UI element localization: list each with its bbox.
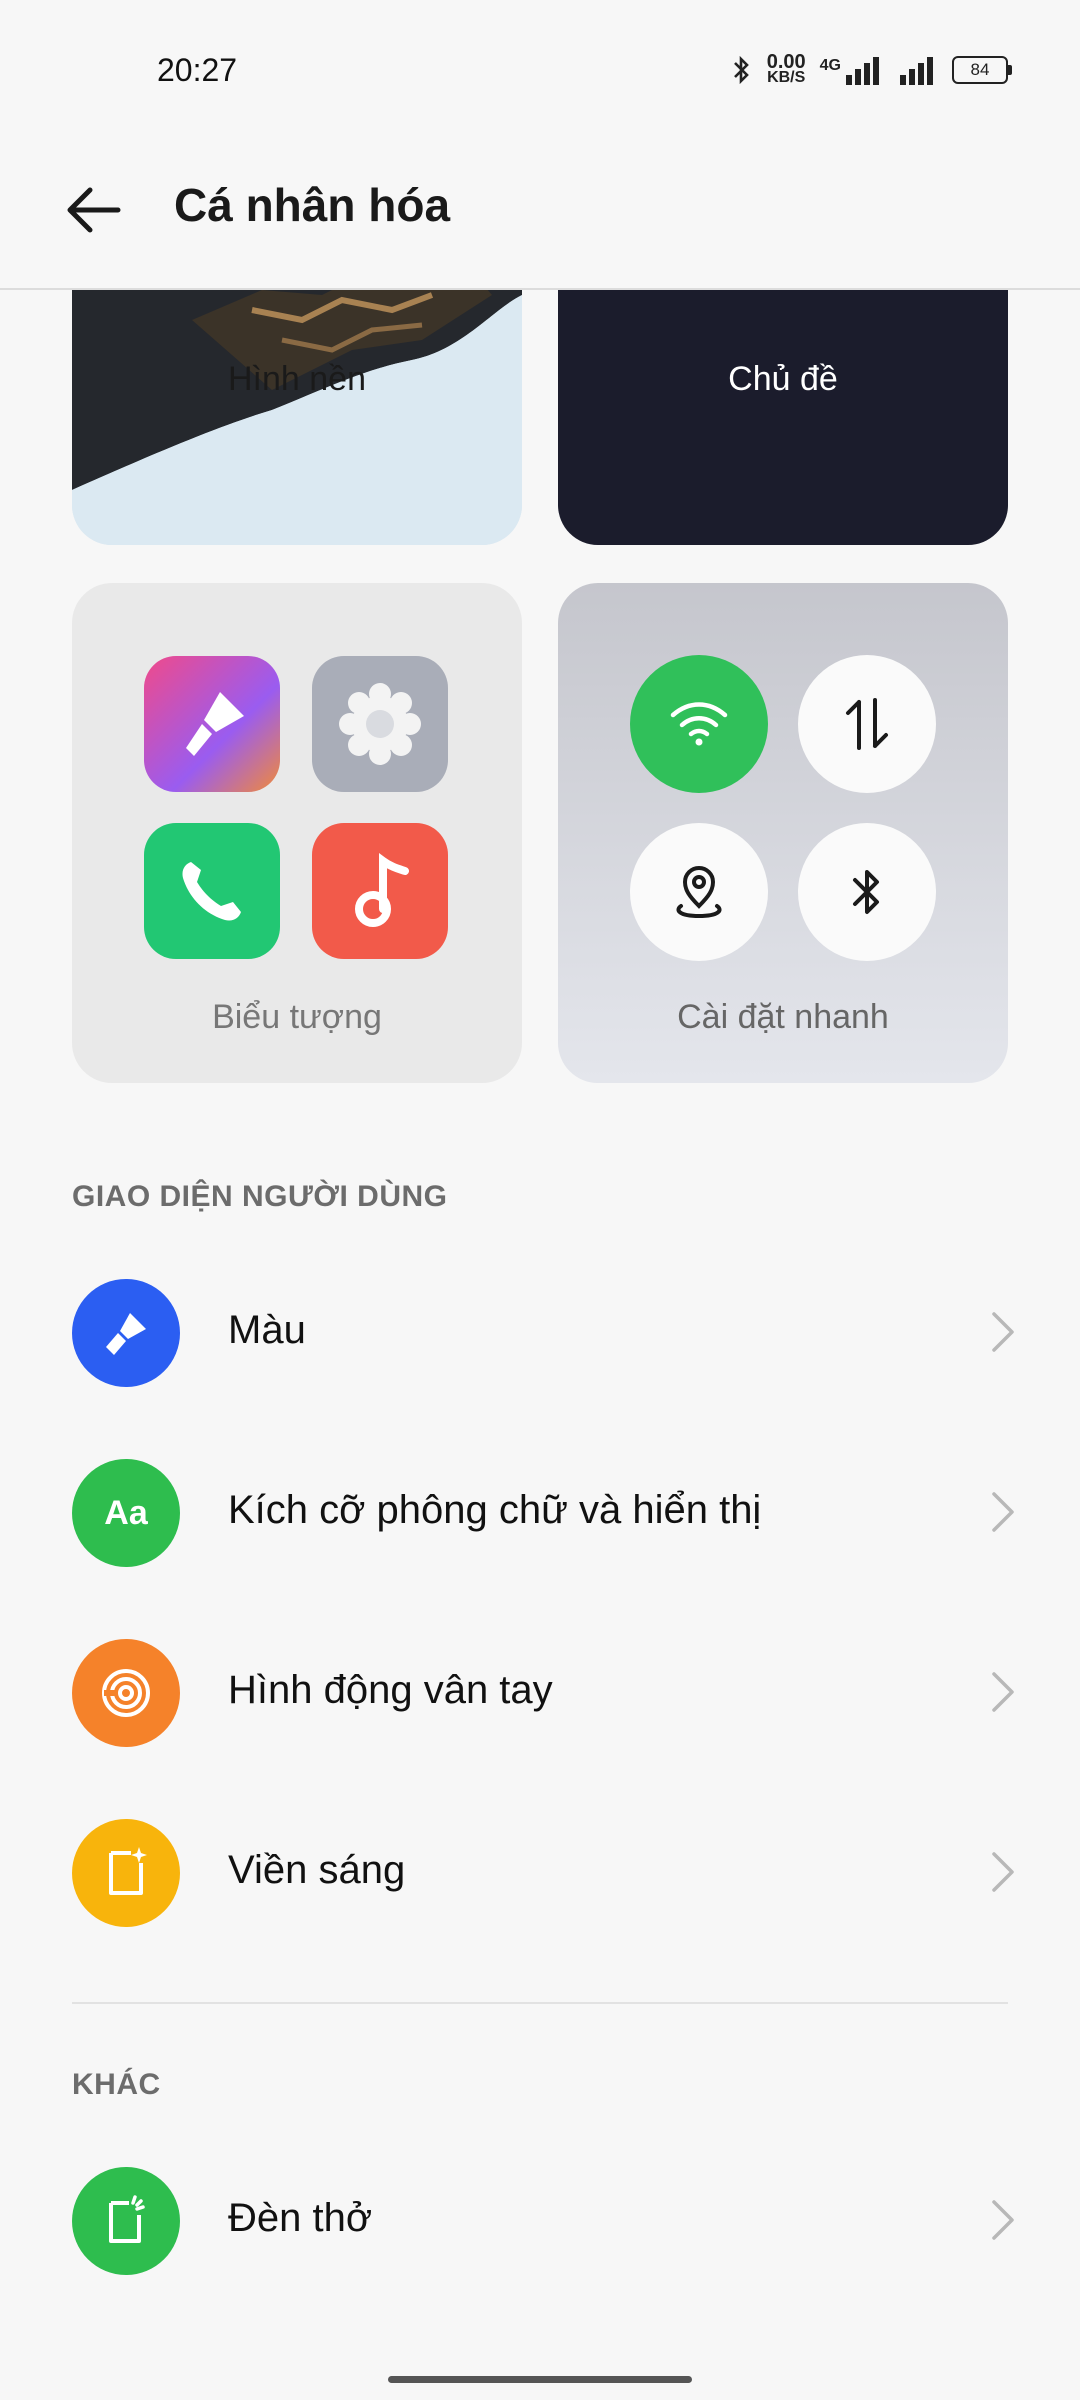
page-title: Cá nhân hóa — [174, 179, 451, 231]
theme-label: Chủ đề — [728, 360, 838, 398]
section-divider — [72, 2002, 1008, 2004]
section-title-ui: GIAO DIỆN NGƯỜI DÙNG — [72, 1180, 448, 1213]
paint-brush-app-icon — [144, 656, 280, 792]
bluetooth-icon — [798, 823, 936, 961]
edge-light-icon — [72, 1819, 180, 1927]
net-speed-unit: KB/S — [767, 69, 806, 86]
home-indicator[interactable] — [388, 2376, 692, 2383]
list-item-edge-light[interactable]: Viền sáng — [0, 1798, 1080, 1948]
font-size-icon: Aa — [72, 1459, 180, 1567]
signal-icon — [900, 57, 933, 85]
chevron-right-icon — [992, 1852, 1014, 1892]
list-item-color[interactable]: Màu — [0, 1258, 1080, 1408]
chevron-right-icon — [992, 1672, 1014, 1712]
signal-icon: 4G — [820, 55, 884, 85]
paint-brush-icon — [72, 1279, 180, 1387]
wifi-icon — [630, 655, 768, 793]
list-item-label: Kích cỡ phông chữ và hiển thị — [228, 1488, 762, 1532]
phone-app-icon — [144, 823, 280, 959]
battery-icon: 84 — [952, 56, 1012, 84]
list-item-label: Hình động vân tay — [228, 1668, 553, 1712]
breathing-light-icon — [72, 2167, 180, 2275]
icons-tile[interactable]: Biểu tượng — [72, 583, 522, 1083]
section-title-other: KHÁC — [72, 2068, 161, 2101]
mobile-data-icon — [798, 655, 936, 793]
list-item-label: Viền sáng — [228, 1848, 406, 1892]
list-item-font-size[interactable]: Aa Kích cỡ phông chữ và hiển thị — [0, 1438, 1080, 1588]
chevron-right-icon — [992, 2200, 1014, 2240]
chevron-right-icon — [992, 1312, 1014, 1352]
status-bar: 20:27 0.00 KB/S 4G 84 — [0, 0, 1080, 130]
settings-app-icon — [312, 656, 448, 792]
list-item-label: Màu — [228, 1308, 306, 1352]
font-size-icon-text: Aa — [104, 1493, 148, 1532]
app-header: Cá nhân hóa — [0, 130, 1080, 290]
net-speed: 0.00 KB/S — [766, 51, 806, 86]
list-item-breathing-light[interactable]: Đèn thở — [0, 2146, 1080, 2296]
icons-label: Biểu tượng — [212, 998, 382, 1036]
list-item-label: Đèn thở — [228, 2196, 373, 2240]
status-time: 20:27 — [157, 52, 238, 88]
battery-level: 84 — [970, 60, 990, 79]
bluetooth-icon — [733, 55, 749, 85]
chevron-right-icon — [992, 1492, 1014, 1532]
location-icon — [630, 823, 768, 961]
quick-settings-tile[interactable]: Cài đặt nhanh — [558, 583, 1008, 1083]
list-item-fingerprint-animation[interactable]: Hình động vân tay — [0, 1618, 1080, 1768]
status-icons: 0.00 KB/S 4G 84 — [731, 51, 1012, 86]
quick-settings-label: Cài đặt nhanh — [677, 998, 889, 1036]
wallpaper-label: Hình nền — [228, 360, 366, 398]
net-speed-value: 0.00 — [766, 51, 806, 73]
network-type: 4G — [819, 57, 841, 74]
fingerprint-icon — [72, 1639, 180, 1747]
music-app-icon — [312, 823, 448, 959]
back-arrow-icon[interactable] — [62, 180, 126, 240]
